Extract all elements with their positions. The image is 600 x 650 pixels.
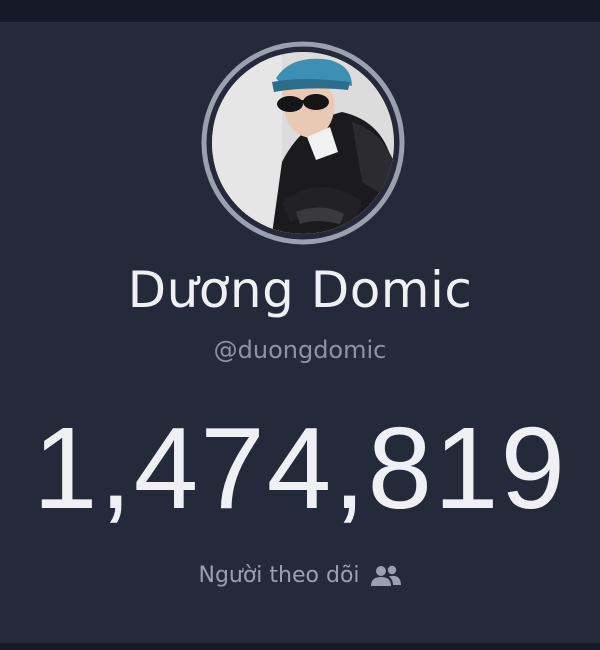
profile-handle[interactable]: @duongdomic	[0, 333, 600, 367]
avatar-photo	[212, 52, 394, 234]
bottom-bar	[0, 643, 600, 650]
follower-label: Người theo dõi	[198, 563, 360, 588]
profile-name: Dương Domic	[127, 261, 473, 319]
profile-avatar[interactable]	[200, 40, 406, 246]
follower-count: 1,474,819	[32, 403, 568, 533]
users-icon	[370, 565, 401, 586]
top-bar	[0, 0, 600, 22]
follower-label-row: Người theo dõi	[0, 558, 600, 594]
